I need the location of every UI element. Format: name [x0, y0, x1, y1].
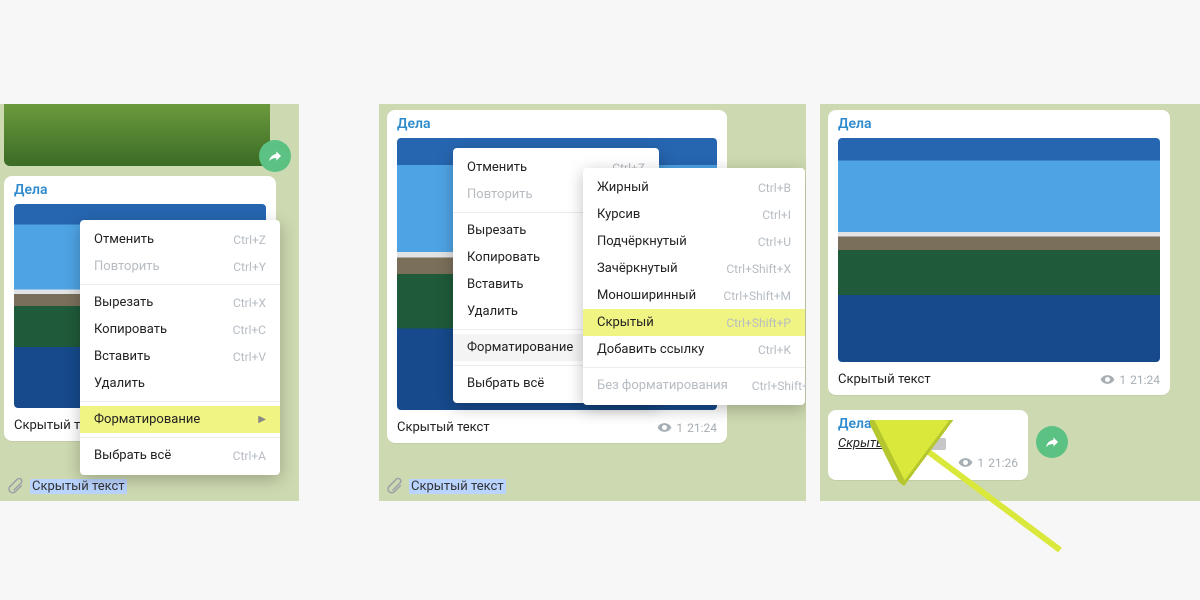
chevron-right-icon: ▶ [258, 414, 266, 425]
menu-add-link[interactable]: Добавить ссылкуCtrl+K [583, 336, 805, 363]
menu-mono[interactable]: МоноширинныйCtrl+Shift+M [583, 282, 805, 309]
menu-formatting[interactable]: Форматирование▶ [80, 406, 280, 433]
prev-message-image [4, 104, 270, 166]
menu-spoiler[interactable]: СкрытыйCtrl+Shift+P [583, 309, 805, 336]
sender-name[interactable]: Дела [387, 110, 727, 134]
menu-italic[interactable]: КурсивCtrl+I [583, 201, 805, 228]
menu-select-all[interactable]: Выбрать всёCtrl+A [80, 442, 280, 469]
context-menu: ОтменитьCtrl+Z ПовторитьCtrl+Y ВырезатьC… [80, 220, 280, 475]
share-button[interactable] [259, 140, 291, 172]
sender-name[interactable]: Дела [828, 110, 1170, 134]
message-input-row: Скрытый текст [385, 477, 506, 495]
views-indicator: 1 21:24 [657, 420, 717, 435]
selected-input-text[interactable]: Скрытый текст [409, 479, 506, 494]
annotation-arrow [870, 420, 1080, 560]
message-caption: Скрытый текст [397, 420, 657, 435]
formatting-submenu: ЖирныйCtrl+B КурсивCtrl+I ПодчёркнутыйCt… [583, 168, 805, 405]
menu-redo: ПовторитьCtrl+Y [80, 253, 280, 280]
menu-copy[interactable]: КопироватьCtrl+C [80, 316, 280, 343]
message-caption: Скрытый текст [838, 372, 1100, 387]
message-card: Дела Скрытый текст 1 21:24 [828, 110, 1170, 395]
screenshot-panel-2: Дела Скрытый текст 1 21:24 Скрытый текст… [379, 104, 806, 501]
message-image[interactable] [838, 138, 1160, 362]
menu-underline[interactable]: ПодчёркнутыйCtrl+U [583, 228, 805, 255]
message-input-row: Скрытый текст [6, 477, 127, 495]
menu-strike[interactable]: ЗачёркнутыйCtrl+Shift+X [583, 255, 805, 282]
attach-icon[interactable] [385, 477, 403, 495]
menu-cut[interactable]: ВырезатьCtrl+X [80, 289, 280, 316]
views-indicator: 1 21:24 [1100, 372, 1160, 387]
selected-input-text[interactable]: Скрытый текст [30, 479, 127, 494]
sender-name[interactable]: Дела [4, 176, 276, 200]
menu-clear-formatting: Без форматированияCtrl+Shift+N [583, 372, 805, 399]
menu-paste[interactable]: ВставитьCtrl+V [80, 343, 280, 370]
menu-undo[interactable]: ОтменитьCtrl+Z [80, 226, 280, 253]
screenshot-panel-1: Дела Скрытый текст 1 21:24 Скрытый текст… [0, 104, 299, 501]
menu-bold[interactable]: ЖирныйCtrl+B [583, 174, 805, 201]
attach-icon[interactable] [6, 477, 24, 495]
menu-delete[interactable]: Удалить [80, 370, 280, 397]
